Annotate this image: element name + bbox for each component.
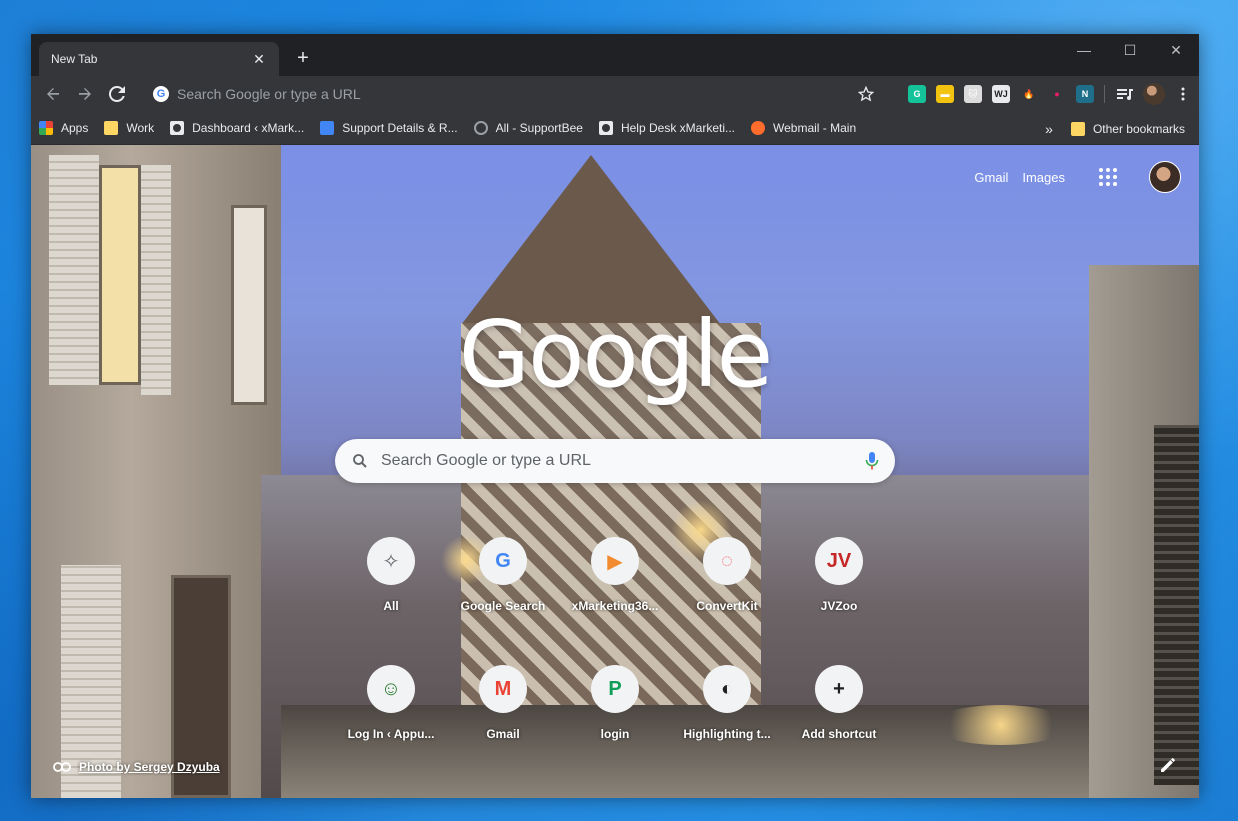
folder-icon — [1070, 121, 1085, 136]
arrow-right-icon — [79, 88, 91, 100]
microphone-icon[interactable] — [865, 451, 879, 471]
shortcut-tile[interactable]: + Add shortcut — [783, 653, 895, 765]
images-link[interactable]: Images — [1022, 170, 1065, 185]
tab-title: New Tab — [51, 52, 98, 66]
account-avatar[interactable] — [1149, 161, 1181, 193]
shortcuts-row-1: ✧ All G Google Search ▶ xMarketing36... ◌ Conve… — [31, 525, 1199, 637]
cpanel-icon — [751, 121, 765, 135]
color-wheel-extension-icon[interactable]: ● — [1048, 85, 1066, 103]
supportbee-icon — [473, 121, 488, 135]
ntp-search-placeholder: Search Google or type a URL — [381, 452, 591, 469]
cat-extension-icon[interactable]: 🐱 — [964, 85, 982, 103]
shortcut-favicon-icon: JV — [815, 537, 863, 585]
shortcut-favicon-icon: G — [479, 537, 527, 585]
arrow-left-icon — [47, 88, 59, 100]
maximize-button[interactable]: ☐ — [1107, 40, 1153, 60]
tab-new-tab[interactable]: New Tab ✕ — [39, 42, 279, 76]
attribution-text: Photo by Sergey Dzyuba — [79, 760, 220, 774]
media-control-icon[interactable] — [1115, 85, 1133, 103]
shortcut-label: Add shortcut — [801, 727, 877, 741]
other-bookmarks[interactable]: Other bookmarks — [1070, 121, 1185, 136]
docs-icon — [320, 121, 335, 135]
forward-button[interactable] — [71, 80, 99, 108]
grammarly-icon[interactable]: G — [908, 85, 926, 103]
new-tab-page: Gmail Images Google Search Google or typ… — [31, 145, 1199, 798]
shortcut-label: xMarketing36... — [571, 599, 659, 613]
google-logo: Google — [458, 301, 773, 408]
extensions-area: G ▬ 🐱 WJ 🔥 ● N — [858, 80, 1191, 108]
back-button[interactable] — [39, 80, 67, 108]
customize-pencil-icon[interactable] — [1159, 756, 1177, 774]
link-icon — [53, 762, 71, 772]
shortcut-label: Highlighting t... — [683, 727, 771, 741]
shortcut-favicon-icon: ✧ — [367, 537, 415, 585]
search-icon — [353, 454, 367, 468]
menu-kebab-icon[interactable] — [1175, 86, 1191, 102]
reload-icon — [109, 86, 125, 102]
bookmarks-overflow-button[interactable]: » — [1045, 121, 1053, 137]
reload-button[interactable] — [103, 80, 131, 108]
new-tab-button[interactable]: + — [291, 46, 315, 70]
shortcut-favicon-icon: ◐ — [703, 665, 751, 713]
shortcut-label: Google Search — [460, 599, 546, 613]
shortcut-tile[interactable]: ▶ xMarketing36... — [559, 525, 671, 637]
globe-icon — [170, 121, 185, 135]
tab-close-icon[interactable]: ✕ — [251, 51, 267, 67]
gmail-link[interactable]: Gmail — [974, 170, 1008, 185]
bookmark-support-details[interactable]: Support Details & R... — [320, 121, 458, 135]
folder-icon — [104, 121, 119, 135]
shortcut-tile[interactable]: ✧ All — [335, 525, 447, 637]
shortcut-tile[interactable]: JV JVZoo — [783, 525, 895, 637]
fire-extension-icon[interactable]: 🔥 — [1020, 85, 1038, 103]
shortcut-tile[interactable]: G Google Search — [447, 525, 559, 637]
shortcut-tile[interactable]: ◌ ConvertKit — [671, 525, 783, 637]
shortcut-favicon-icon: + — [815, 665, 863, 713]
ntp-header-links: Gmail Images — [974, 161, 1181, 193]
google-apps-icon[interactable] — [1099, 168, 1117, 186]
bookmark-apps[interactable]: Apps — [39, 121, 88, 135]
shortcut-tile[interactable]: M Gmail — [447, 653, 559, 765]
bookmark-help-desk[interactable]: Help Desk xMarketi... — [598, 121, 735, 135]
bookmarks-right: » Other bookmarks — [1045, 112, 1185, 145]
shortcut-label: login — [600, 727, 630, 741]
shortcut-label: Gmail — [486, 727, 520, 741]
bookmark-work[interactable]: Work — [104, 121, 154, 135]
shortcut-label: Log In ‹ Appu... — [347, 727, 435, 741]
ntp-search-box[interactable]: Search Google or type a URL — [335, 439, 895, 483]
toolbar: G Search Google or type a URL G ▬ 🐱 WJ 🔥… — [31, 76, 1199, 112]
shortcut-favicon-icon: ▶ — [591, 537, 639, 585]
n-extension-icon[interactable]: N — [1076, 85, 1094, 103]
bookmark-supportbee[interactable]: All - SupportBee — [473, 121, 583, 135]
star-bookmark-icon[interactable] — [858, 86, 874, 102]
minimize-button[interactable]: — — [1061, 40, 1107, 60]
profile-avatar[interactable] — [1143, 83, 1165, 105]
address-bar[interactable]: G Search Google or type a URL — [145, 80, 825, 108]
wj-extension-icon[interactable]: WJ — [992, 85, 1010, 103]
shortcuts-row-2: ☺ Log In ‹ Appu... M Gmail Plogin ◐ Highlighti… — [31, 653, 1199, 765]
shortcut-favicon-icon: P — [591, 665, 639, 713]
shortcut-tile[interactable]: Plogin — [559, 653, 671, 765]
tab-strip: New Tab ✕ + — ☐ ✕ — [31, 34, 1199, 76]
shortcut-favicon-icon: ☺ — [367, 665, 415, 713]
bookmark-webmail[interactable]: Webmail - Main — [751, 121, 856, 135]
globe-icon — [598, 121, 613, 135]
shortcut-favicon-icon: M — [479, 665, 527, 713]
shortcut-favicon-icon: ◌ — [703, 537, 751, 585]
browser-window: New Tab ✕ + — ☐ ✕ G Search Google or typ… — [31, 34, 1199, 798]
address-bar-placeholder: Search Google or type a URL — [177, 86, 361, 102]
toolbar-separator — [1104, 85, 1105, 103]
bookmarks-bar: Apps Work Dashboard ‹ xMark... Support D… — [31, 112, 1199, 145]
google-g-icon: G — [153, 86, 169, 102]
shortcut-tile[interactable]: ☺ Log In ‹ Appu... — [335, 653, 447, 765]
shortcut-tile[interactable]: ◐ Highlighting t... — [671, 653, 783, 765]
shortcut-label: All — [383, 599, 399, 613]
shortcut-label: ConvertKit — [696, 599, 758, 613]
notes-extension-icon[interactable]: ▬ — [936, 85, 954, 103]
window-close-button[interactable]: ✕ — [1153, 40, 1199, 60]
shortcut-label: JVZoo — [820, 599, 858, 613]
photo-attribution[interactable]: Photo by Sergey Dzyuba — [53, 760, 220, 774]
apps-grid-icon — [39, 121, 53, 135]
bookmark-dashboard[interactable]: Dashboard ‹ xMark... — [170, 121, 304, 135]
